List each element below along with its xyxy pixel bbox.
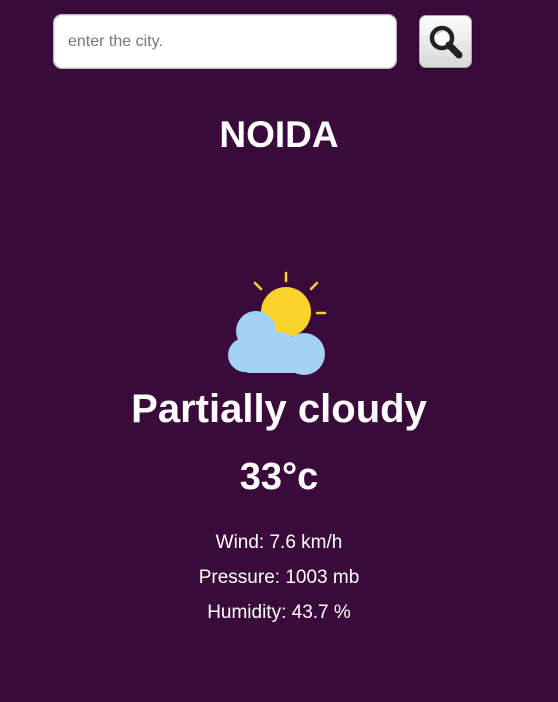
city-search-input[interactable] <box>53 14 397 69</box>
humidity: Humidity: 43.7 % <box>207 602 351 623</box>
partly-cloudy-icon <box>228 271 327 375</box>
city-name: NOIDA <box>219 114 339 155</box>
weather-condition: Partially cloudy <box>131 387 427 431</box>
temperature: 33°c <box>239 456 319 498</box>
search-icon <box>429 25 462 58</box>
search-button[interactable] <box>419 15 472 68</box>
wind-speed: Wind: 7.6 km/h <box>215 532 343 553</box>
pressure: Pressure: 1003 mb <box>198 567 360 588</box>
